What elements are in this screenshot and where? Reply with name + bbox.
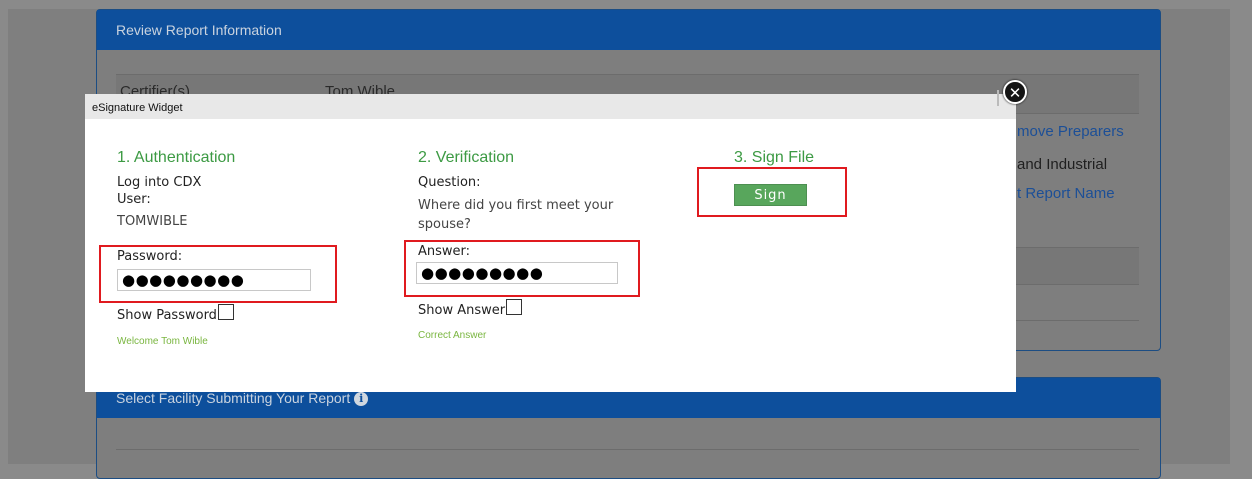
user-label: User: — [117, 192, 151, 207]
modal-title: eSignature Widget — [85, 94, 1016, 119]
sign-section: 3. Sign File — [734, 149, 814, 167]
authentication-title: 1. Authentication — [117, 149, 236, 166]
industrial-text: and Industrial — [1017, 156, 1108, 173]
answer-field[interactable]: ●●●●●●●●● — [416, 262, 618, 284]
show-answer-checkbox[interactable] — [506, 299, 523, 315]
auth-status: Welcome Tom Wible — [117, 336, 208, 347]
modal-scroll-indicator — [997, 90, 999, 106]
verification-status: Correct Answer — [418, 330, 487, 341]
info-icon[interactable]: i — [354, 392, 369, 406]
login-text: Log into CDX — [117, 175, 202, 190]
facility-divider — [116, 449, 1139, 450]
question-text: Where did you first meet your spouse? — [418, 198, 614, 232]
verification-section: 2. Verification — [418, 149, 514, 167]
user-value: TOMWIBLE — [117, 214, 188, 229]
show-password-row: Show Password — [117, 304, 234, 323]
show-answer-label: Show Answer — [418, 303, 506, 318]
edit-report-name-link[interactable]: t Report Name — [1017, 185, 1115, 202]
verification-title: 2. Verification — [418, 149, 515, 166]
question-label: Question: — [418, 175, 481, 190]
show-answer-row: Show Answer — [418, 299, 523, 318]
facility-panel-title: Select Facility Submitting Your Report — [116, 390, 351, 406]
close-icon[interactable]: ✕ — [1003, 80, 1027, 104]
answer-label: Answer: — [418, 244, 471, 259]
review-panel-header: Review Report Information — [97, 10, 1160, 50]
remove-preparers-link[interactable]: move Preparers — [1017, 123, 1124, 140]
sign-title: 3. Sign File — [734, 149, 815, 166]
show-password-label: Show Password — [117, 308, 217, 323]
authentication-section: 1. Authentication — [117, 149, 235, 167]
password-field[interactable]: ●●●●●●●●● — [117, 269, 311, 291]
show-password-checkbox[interactable] — [217, 304, 234, 320]
password-label: Password: — [117, 249, 183, 264]
sign-button[interactable]: Sign — [734, 184, 807, 206]
